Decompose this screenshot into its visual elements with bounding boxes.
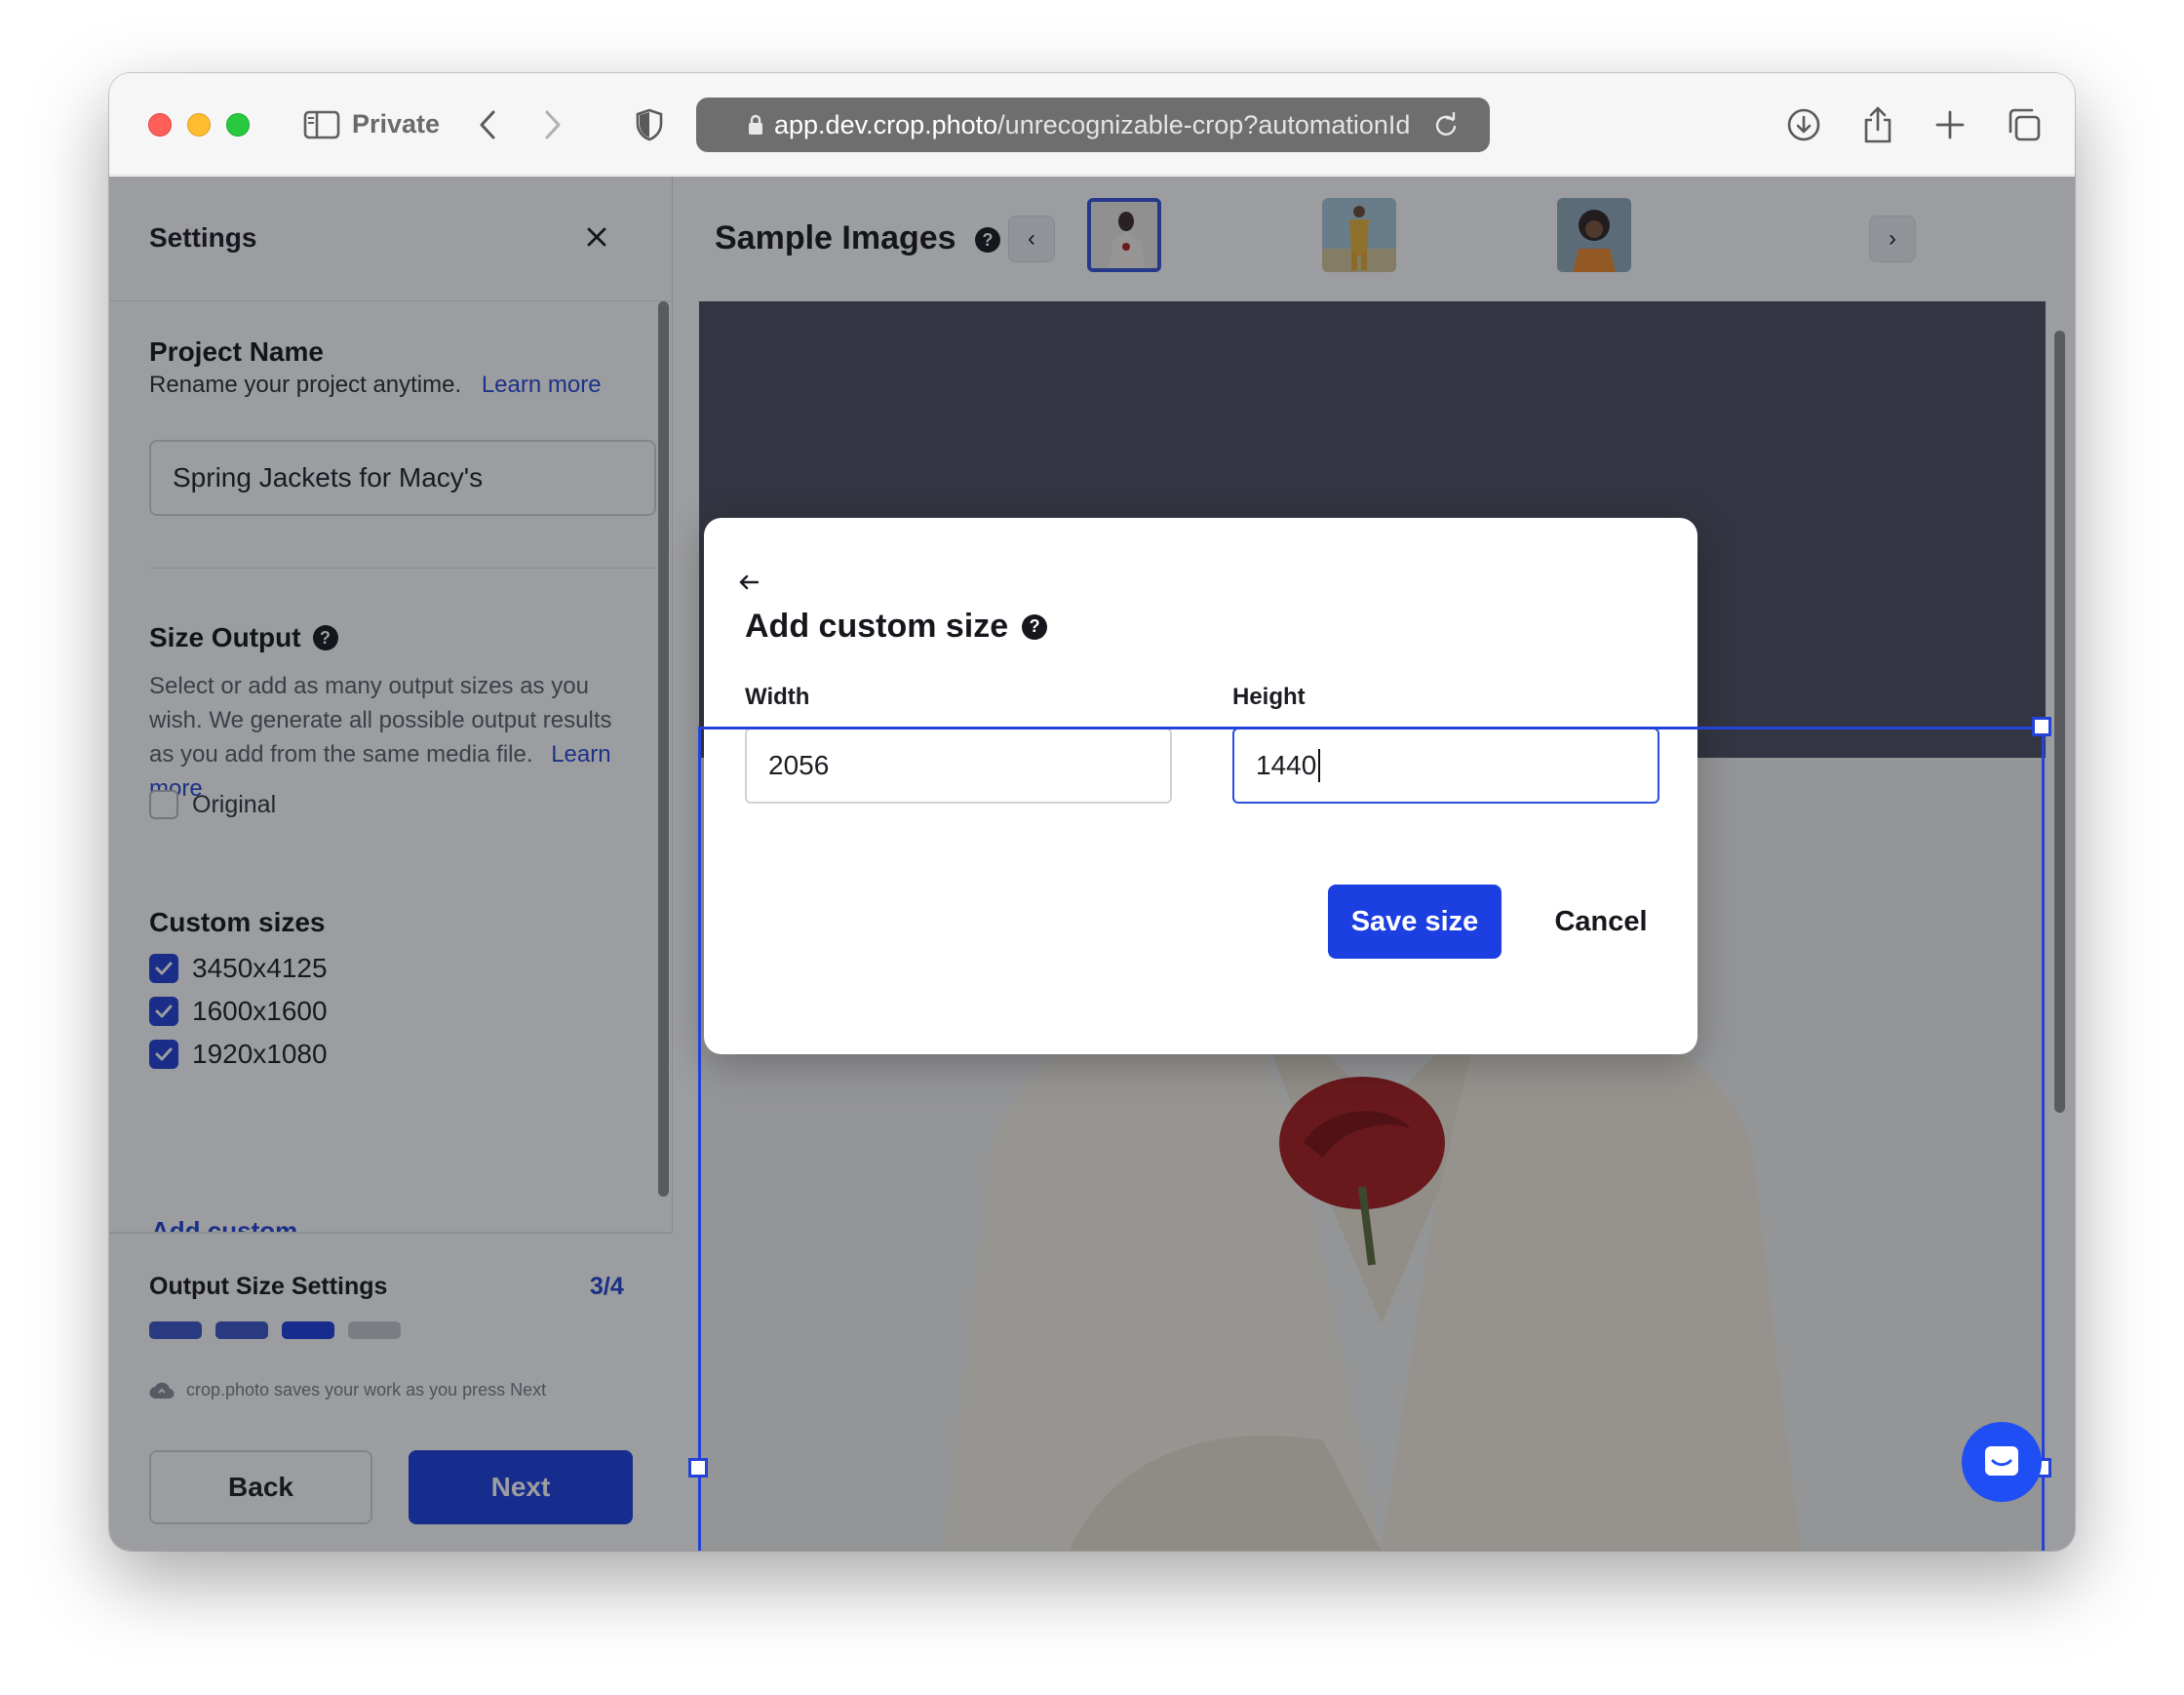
close-window-button[interactable] [148, 113, 172, 137]
text-caret [1318, 749, 1321, 782]
arrow-left-icon[interactable] [733, 567, 764, 598]
crop-handle[interactable] [2032, 717, 2051, 736]
chat-support-button[interactable] [1962, 1422, 2042, 1502]
add-custom-size-modal: Add custom size ? Width 2056 Height 1440… [704, 518, 1697, 1054]
sidebar-toggle-icon[interactable] [300, 102, 343, 147]
browser-toolbar: Private app.dev.crop.photo/unrecognizabl… [109, 73, 2075, 176]
back-arrow-icon[interactable] [473, 102, 502, 147]
url-text: app.dev.crop.photo/unrecognizable-crop?a… [774, 109, 1411, 139]
cancel-button[interactable]: Cancel [1533, 885, 1669, 959]
width-label: Width [745, 684, 810, 710]
reload-icon[interactable] [1433, 112, 1459, 138]
new-tab-icon[interactable] [1930, 102, 1970, 147]
browser-window: Private app.dev.crop.photo/unrecognizabl… [109, 73, 2075, 1551]
lock-icon [749, 114, 762, 135]
download-icon[interactable] [1784, 102, 1823, 147]
tab-overview-icon[interactable] [2005, 102, 2044, 147]
width-input[interactable]: 2056 [745, 728, 1172, 804]
save-size-button[interactable]: Save size [1328, 885, 1502, 959]
address-bar[interactable]: app.dev.crop.photo/unrecognizable-crop?a… [696, 98, 1490, 152]
zoom-window-button[interactable] [226, 113, 250, 137]
help-icon[interactable]: ? [1022, 613, 1048, 640]
minimize-window-button[interactable] [187, 113, 211, 137]
privacy-shield-icon[interactable] [632, 102, 667, 147]
modal-title: Add custom size ? [745, 608, 1048, 646]
crop-handle[interactable] [688, 1458, 708, 1478]
private-label: Private [352, 109, 441, 138]
app-area: Settings Project Name Rename your projec… [109, 177, 2075, 1551]
chat-icon [1985, 1446, 2018, 1476]
forward-arrow-icon[interactable] [538, 102, 567, 147]
height-label: Height [1232, 684, 1306, 710]
share-icon[interactable] [1858, 102, 1897, 147]
height-input[interactable]: 1440 [1232, 728, 1659, 804]
